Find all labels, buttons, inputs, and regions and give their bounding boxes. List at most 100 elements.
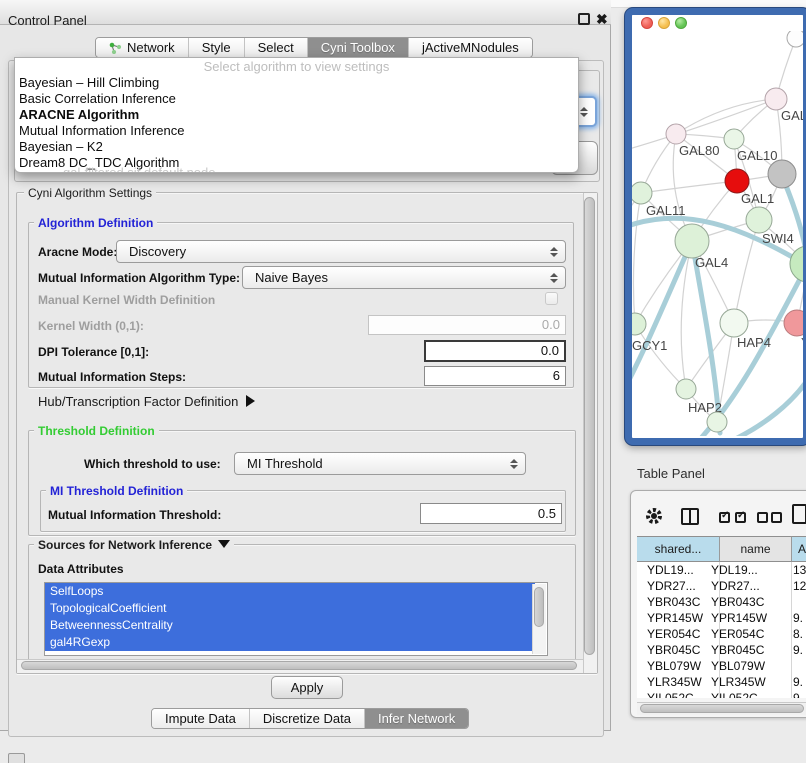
network-node[interactable] — [707, 412, 727, 432]
network-node-gal1[interactable] — [725, 169, 749, 193]
network-node-y[interactable] — [784, 310, 803, 336]
float-window-icon[interactable] — [578, 13, 590, 25]
network-node-hap4[interactable] — [720, 309, 748, 337]
tab-label: Infer Network — [378, 711, 455, 726]
gear-icon[interactable] — [644, 506, 664, 526]
table-row[interactable]: YDL19...YDL19...13 — [637, 562, 806, 578]
document-icon[interactable] — [792, 504, 806, 524]
zoom-traffic-light-icon[interactable] — [675, 17, 687, 29]
tab-infer-network[interactable]: Infer Network — [365, 709, 468, 728]
attribute-item-selected[interactable]: BetweennessCentrality — [45, 617, 535, 634]
mi-steps-field[interactable]: 6 — [424, 366, 566, 386]
settings-vscroll-thumb[interactable] — [584, 197, 595, 655]
network-window-titlebar[interactable] — [632, 15, 803, 31]
table-row[interactable]: YLR345WYLR345W9. — [637, 674, 806, 690]
mi-threshold-field[interactable]: 0.5 — [420, 503, 562, 524]
network-canvas[interactable]: GALGAL80GAL10GAL1GAL11SWI4GAL4GCY1HAP4YH… — [632, 31, 803, 436]
tab-impute-data[interactable]: Impute Data — [152, 709, 250, 728]
table-row[interactable]: YPR145WYPR145W9. — [637, 610, 806, 626]
node-table[interactable]: YDL19...YDL19...13YDR27...YDR27...12YBR0… — [637, 562, 806, 698]
attribute-item-selected[interactable]: SelfLoops — [45, 583, 535, 600]
network-edge[interactable] — [641, 181, 737, 193]
tab-jactivemnodules[interactable]: jActiveMNodules — [409, 38, 532, 57]
table-cell: YLR345W — [647, 675, 702, 689]
tab-network[interactable]: Network — [96, 38, 189, 57]
sources-group-title[interactable]: Sources for Network Inference — [34, 538, 234, 552]
dropdown-item[interactable]: Bayesian – Hill Climbing — [15, 75, 578, 91]
table-row[interactable]: YBR045CYBR045C9. — [637, 642, 806, 658]
list-scrollbar-thumb[interactable] — [534, 587, 544, 627]
combo-spinner-icon — [510, 459, 518, 469]
tab-select[interactable]: Select — [245, 38, 308, 57]
aracne-mode-combo[interactable]: Discovery — [116, 240, 566, 263]
tab-label: Impute Data — [165, 711, 236, 726]
manual-kernel-checkbox[interactable] — [545, 292, 558, 305]
minimize-traffic-light-icon[interactable] — [658, 17, 670, 29]
table-hscroll-thumb[interactable] — [640, 704, 804, 713]
network-node-hap2[interactable] — [676, 379, 696, 399]
tab-discretize-data[interactable]: Discretize Data — [250, 709, 365, 728]
network-node-label: GAL80 — [679, 143, 719, 158]
network-edge-thick[interactable] — [727, 373, 803, 436]
mi-type-combo[interactable]: Naive Bayes — [242, 266, 566, 289]
expand-right-icon[interactable] — [246, 395, 255, 407]
column-header-a[interactable]: A — [792, 536, 806, 562]
control-panel-titlebar[interactable] — [0, 0, 611, 25]
deselect-all-box-icon[interactable] — [757, 512, 768, 523]
network-node-gal4[interactable] — [675, 224, 709, 258]
select-all-check-icon[interactable] — [719, 512, 730, 523]
table-row[interactable]: YBL079WYBL079W — [637, 658, 806, 674]
algorithm-definition-title: Algorithm Definition — [34, 216, 157, 230]
network-node-gcy1[interactable] — [632, 313, 646, 335]
network-node-gal11[interactable] — [632, 182, 652, 204]
network-node[interactable] — [790, 246, 803, 282]
network-node[interactable] — [768, 160, 796, 188]
combo-spinner-icon — [550, 247, 558, 257]
dpi-tolerance-field[interactable]: 0.0 — [424, 340, 566, 362]
table-row[interactable]: YER054CYER054C8. — [637, 626, 806, 642]
column-header-shared-name[interactable]: shared... — [637, 536, 720, 562]
network-view-window[interactable]: GALGAL80GAL10GAL1GAL11SWI4GAL4GCY1HAP4YH… — [625, 8, 806, 445]
dropdown-item[interactable]: Mutual Information Inference — [15, 123, 578, 139]
list-vertical-scrollbar[interactable] — [532, 584, 546, 654]
which-threshold-combo[interactable]: MI Threshold — [234, 452, 526, 475]
network-node-gal10[interactable] — [724, 129, 744, 149]
network-node-gal80[interactable] — [666, 124, 686, 144]
dropdown-item[interactable]: ARACNE Algorithm — [15, 107, 578, 123]
apply-button[interactable]: Apply — [271, 676, 343, 699]
network-node-swi4[interactable] — [746, 207, 772, 233]
network-node-gal[interactable] — [765, 88, 787, 110]
split-pane-icon[interactable] — [681, 508, 699, 525]
network-node[interactable] — [787, 31, 803, 47]
data-attributes-list[interactable]: SelfLoopsTopologicalCoefficientBetweenne… — [44, 582, 548, 656]
table-cell: 9. — [793, 675, 803, 689]
select-all-check2-icon[interactable] — [735, 512, 746, 523]
close-window-icon[interactable]: ✖ — [596, 11, 608, 28]
data-attributes-label: Data Attributes — [38, 562, 124, 576]
table-row[interactable]: YBR043CYBR043C — [637, 594, 806, 610]
close-traffic-light-icon[interactable] — [641, 17, 653, 29]
settings-hscroll-thumb[interactable] — [21, 661, 577, 670]
network-graph[interactable]: GALGAL80GAL10GAL1GAL11SWI4GAL4GCY1HAP4YH… — [632, 31, 803, 436]
attribute-item-selected[interactable]: gal4RGexp — [45, 634, 535, 651]
attribute-item-selected[interactable]: TopologicalCoefficient — [45, 600, 535, 617]
column-separator — [719, 562, 720, 698]
combo-spinner-icon — [550, 273, 558, 283]
table-row[interactable]: YDR27...YDR27...12 — [637, 578, 806, 594]
deselect-all-box2-icon[interactable] — [771, 512, 782, 523]
hub-definition-expander[interactable]: Hub/Transcription Factor Definition — [38, 394, 255, 409]
dropdown-item[interactable]: Basic Correlation Inference — [15, 91, 578, 107]
mi-threshold-group-title: MI Threshold Definition — [46, 484, 187, 498]
tab-cyni-toolbox[interactable]: Cyni Toolbox — [308, 38, 409, 57]
collapse-down-icon[interactable] — [218, 540, 230, 548]
kernel-width-field[interactable]: 0.0 — [368, 315, 566, 335]
column-separator — [791, 562, 792, 698]
column-header-name[interactable]: name — [720, 536, 792, 562]
network-edge[interactable] — [633, 193, 641, 324]
table-cell: YDR27... — [647, 579, 696, 593]
dropdown-item[interactable]: Bayesian – K2 — [15, 139, 578, 155]
dropdown-placeholder: Select algorithm to view settings — [15, 58, 578, 75]
network-node-label: GAL4 — [695, 255, 728, 270]
tab-style[interactable]: Style — [189, 38, 245, 57]
table-row[interactable]: YIL052CYIL052C9. — [637, 690, 806, 698]
